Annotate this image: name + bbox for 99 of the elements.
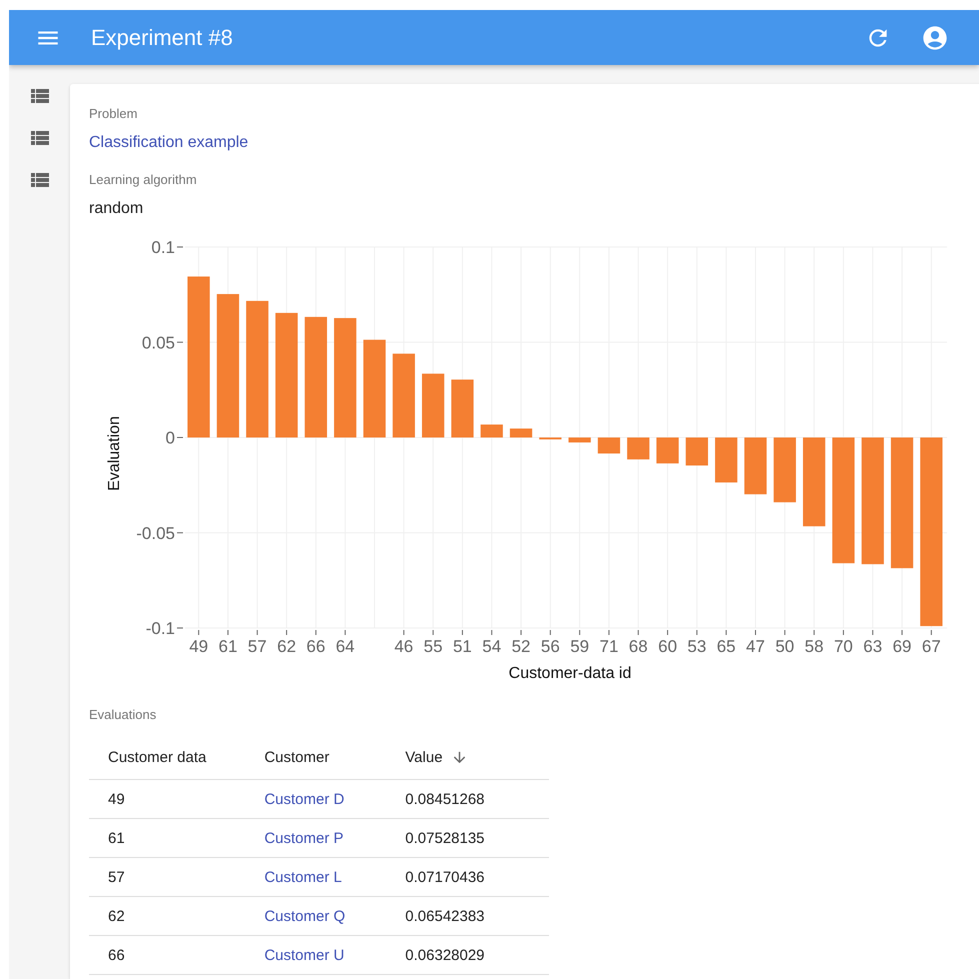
x-tick-label: 55 (424, 637, 443, 656)
field-link[interactable]: Classification example (89, 134, 979, 152)
table-cell: 0.06542383 (405, 908, 485, 924)
bar (744, 438, 767, 494)
y-tick-label: -0.1 (146, 619, 184, 638)
customer-link[interactable]: Customer U (264, 946, 344, 964)
app-title: Experiment #8 (91, 24, 234, 50)
x-tick-label: 46 (394, 630, 414, 656)
x-tick-label: 69 (892, 637, 912, 656)
x-tick-label: 57 (248, 630, 267, 656)
x-tick-label: 54 (482, 630, 502, 656)
section-label: Evaluations (89, 707, 158, 722)
y-tick-label: 0.05 (142, 333, 184, 352)
customer-link[interactable]: Customer P (264, 830, 344, 846)
y-tick-label: 0 (166, 428, 184, 448)
y-tick-label: -0.05 (136, 524, 184, 543)
x-tick-label: 51 (452, 637, 472, 656)
bar (598, 438, 620, 454)
table-cell: 0.06328029 (405, 946, 485, 964)
x-tick-label: 63 (863, 637, 882, 656)
bar (510, 428, 532, 438)
customer-link[interactable]: Customer Q (264, 908, 346, 924)
x-tick-label: 60 (658, 630, 678, 656)
table-cell: 49 (108, 790, 125, 808)
table-cell: 0.07528135 (405, 830, 485, 846)
x-tick-label: 70 (834, 630, 853, 656)
x-tick-label: 50 (775, 630, 794, 656)
x-tick-label: 70 (834, 637, 853, 656)
bar (451, 380, 474, 438)
x-tick-label: 68 (628, 637, 648, 656)
x-tick-label: 65 (716, 637, 736, 656)
x-tick-label: 66 (306, 637, 326, 656)
x-tick-label: 67 (922, 630, 941, 656)
x-tick-label: 56 (540, 637, 560, 656)
x-tick-label: 63 (863, 630, 882, 656)
bar (715, 438, 738, 482)
column-header[interactable]: Customer data (89, 735, 246, 780)
table-cell: 62 (108, 908, 125, 924)
y-tick-label: 0 (166, 428, 175, 448)
bar (568, 438, 591, 442)
column-header[interactable]: Value (389, 735, 549, 780)
x-tick-label: 47 (746, 630, 765, 656)
x-tick-label: 59 (570, 630, 590, 656)
x-tick-label: 51 (452, 630, 472, 656)
bar (774, 438, 796, 502)
x-tick-label: 60 (658, 637, 678, 656)
x-tick-label: 53 (687, 630, 706, 656)
table-cell: 61 (108, 830, 125, 846)
y-tick-label: 0.1 (151, 238, 175, 257)
x-tick-label: 64 (336, 630, 355, 656)
y-tick-label: 0.05 (142, 333, 175, 352)
x-tick-label: 59 (570, 637, 590, 656)
y-tick-label: -0.05 (136, 524, 175, 543)
field-label: Problem (89, 106, 138, 121)
column-header[interactable]: Customer (246, 735, 390, 780)
x-tick-label: 54 (482, 637, 502, 656)
x-tick-label: 52 (512, 637, 530, 656)
x-tick-label: 47 (746, 637, 765, 656)
x-tick-label: 65 (716, 630, 736, 656)
x-tick-label: 49 (189, 637, 208, 656)
bar (480, 424, 503, 438)
table-cell: 0.07170436 (405, 868, 485, 886)
y-tick-label: 0.1 (151, 238, 184, 257)
x-tick-label: 56 (540, 630, 560, 656)
table-cell: 0.08451268 (405, 790, 485, 808)
field-label: Learning algorithm (89, 172, 198, 187)
bar (627, 438, 650, 460)
x-tick-label: 61 (218, 637, 238, 656)
x-tick-label: 53 (687, 637, 706, 656)
x-tick-label: 58 (804, 637, 824, 656)
x-tick-label: 57 (248, 637, 267, 656)
bar (686, 438, 708, 466)
field-value: random (89, 200, 144, 218)
bar (656, 438, 679, 464)
x-axis-title: Customer-data id (508, 665, 632, 682)
x-tick-label: 67 (922, 637, 941, 656)
x-tick-label: 71 (600, 637, 618, 656)
customer-link[interactable]: Customer L (264, 868, 342, 886)
x-tick-label: 49 (189, 630, 208, 656)
x-tick-label: 62 (277, 637, 296, 656)
x-tick-label: 71 (600, 630, 618, 656)
x-tick-label: 46 (394, 637, 414, 656)
x-tick-label: 68 (628, 630, 648, 656)
y-tick-label: -0.1 (146, 619, 175, 638)
x-tick-label: 64 (336, 637, 355, 656)
x-tick-label: 61 (218, 630, 238, 656)
customer-link[interactable]: Customer D (264, 790, 344, 808)
table-cell: 66 (108, 946, 125, 964)
y-axis-title: Evaluation (106, 416, 123, 491)
account-button[interactable] (921, 24, 949, 52)
x-tick-label: 66 (306, 630, 326, 656)
x-tick-label: 52 (512, 630, 530, 656)
table-cell: 57 (108, 868, 125, 886)
x-tick-label: 69 (892, 630, 912, 656)
x-tick-label: 55 (424, 630, 443, 656)
x-tick-label: 62 (277, 630, 296, 656)
x-tick-label: 50 (775, 637, 794, 656)
x-tick-label: 58 (804, 630, 824, 656)
bar (422, 374, 444, 438)
